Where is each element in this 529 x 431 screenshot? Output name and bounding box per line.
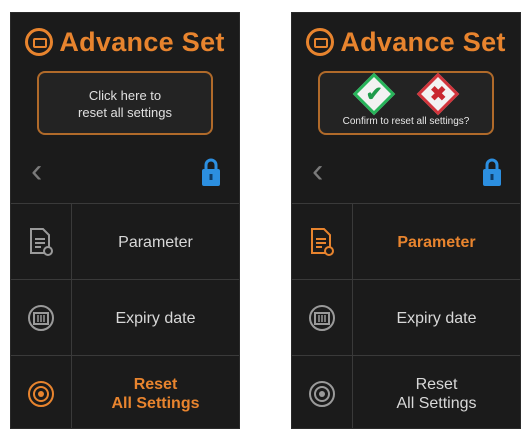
reset-hint-line1: Click here to	[88, 88, 162, 103]
menu-item-parameter[interactable]: Parameter	[292, 203, 520, 280]
menu-item-label: Reset All Settings	[353, 356, 520, 428]
page-title: Advance Set	[59, 26, 225, 57]
icon-cell	[11, 280, 72, 356]
label-line2: All Settings	[396, 395, 477, 412]
reset-icon	[28, 381, 54, 407]
cross-icon: ✖	[429, 82, 447, 105]
label-line2: All Settings	[111, 395, 200, 412]
calendar-icon	[28, 305, 54, 331]
car-logo-icon	[306, 28, 335, 56]
menu-item-expiry-date[interactable]: Expiry date	[11, 279, 239, 356]
page-title: Advance Set	[340, 26, 506, 57]
checkmark-icon: ✔	[365, 82, 383, 105]
icon-cell	[292, 356, 353, 428]
car-logo-icon	[25, 28, 54, 56]
header: Advance Set	[11, 13, 239, 71]
icon-cell	[11, 204, 72, 280]
left-device-screen: Advance Set Click here to reset all sett…	[10, 12, 240, 429]
menu-item-label: Expiry date	[396, 309, 477, 327]
icon-cell	[292, 280, 353, 356]
confirm-box: ✔ ✖ Confirm to reset all settings?	[318, 71, 494, 135]
menu-item-reset-all-settings[interactable]: Reset All Settings	[11, 355, 239, 428]
menu-list: Parameter Expiry date Reset All Settings	[292, 203, 520, 428]
reset-hint-text: Click here to reset all settings	[39, 87, 211, 121]
menu-item-parameter[interactable]: Parameter	[11, 203, 239, 280]
document-settings-icon	[30, 228, 53, 256]
confirm-buttons: ✔ ✖	[320, 72, 492, 116]
label-line1: Reset	[133, 376, 178, 393]
icon-cell	[292, 204, 353, 280]
confirm-button[interactable]: ✔	[352, 72, 396, 116]
menu-item-expiry-date[interactable]: Expiry date	[292, 279, 520, 356]
header: Advance Set	[292, 13, 520, 71]
chevron-left-icon[interactable]: ‹	[312, 151, 323, 191]
reset-icon	[309, 381, 335, 407]
lock-icon[interactable]	[201, 157, 221, 187]
document-settings-icon	[311, 228, 334, 256]
label-line1: Reset	[415, 376, 458, 393]
icon-cell	[11, 356, 72, 428]
menu-item-label: Reset All Settings	[72, 356, 239, 428]
reset-hint-box[interactable]: Click here to reset all settings	[37, 71, 213, 135]
menu-list: Parameter Expiry date Reset All Settings	[11, 203, 239, 428]
menu-item-label: Parameter	[397, 233, 476, 251]
chevron-left-icon[interactable]: ‹	[31, 151, 42, 191]
nav-row: ‹	[292, 145, 520, 201]
lock-icon[interactable]	[482, 157, 502, 187]
confirm-text: Confirm to reset all settings?	[342, 116, 470, 127]
menu-item-reset-all-settings[interactable]: Reset All Settings	[292, 355, 520, 428]
calendar-icon	[309, 305, 335, 331]
reset-hint-line2: reset all settings	[78, 105, 172, 120]
right-device-screen: Advance Set ✔ ✖ Confirm to reset all set…	[291, 12, 521, 429]
menu-item-label: Parameter	[118, 233, 193, 251]
menu-item-label: Expiry date	[115, 309, 196, 327]
nav-row: ‹	[11, 145, 239, 201]
cancel-button[interactable]: ✖	[416, 72, 460, 116]
